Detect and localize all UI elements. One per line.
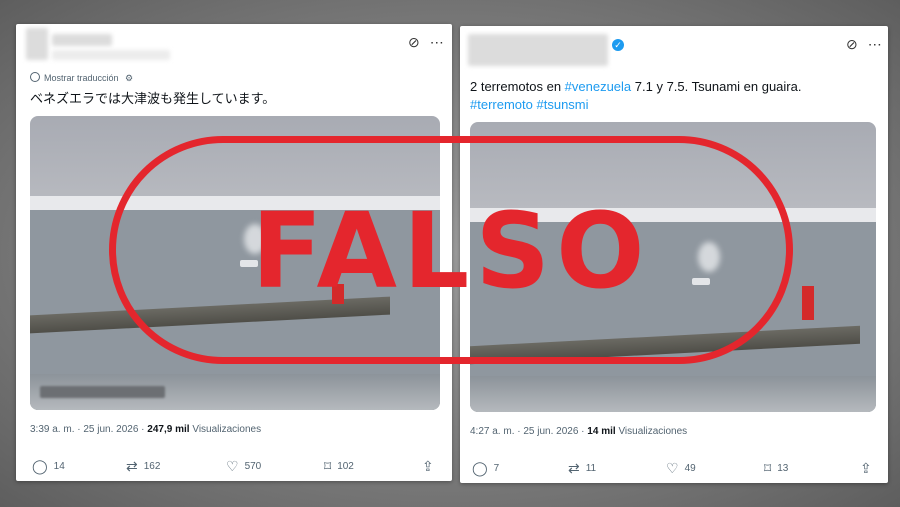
- repost-count: 162: [143, 461, 161, 472]
- grok-icon[interactable]: ⊘: [408, 34, 420, 51]
- text-part: 7.1 y 7.5. Tsunami en guaira.: [631, 79, 802, 94]
- bookmark-count: 13: [777, 463, 789, 474]
- hashtag-link[interactable]: #venezuela: [565, 79, 632, 94]
- bookmark-icon: ⌑: [324, 458, 332, 474]
- verified-icon: ✓: [612, 39, 624, 51]
- blurred-avatar: [26, 28, 48, 60]
- blurred-username: [52, 34, 112, 46]
- like-count: 49: [684, 463, 696, 474]
- share-button[interactable]: ⇪: [860, 460, 872, 477]
- settings-icon[interactable]: ⚙: [125, 73, 133, 83]
- repost-icon: ⇄: [126, 458, 138, 474]
- like-button[interactable]: ♡ 570: [226, 458, 261, 475]
- views-count: 14 mil: [587, 426, 616, 437]
- repost-count: 11: [585, 463, 597, 474]
- timestamp: 3:39 a. m. · 25 jun. 2026 ·: [30, 424, 148, 435]
- bookmark-icon: ⌑: [764, 460, 772, 476]
- text-part: 2 terremotos en: [470, 79, 565, 94]
- falso-stamp-label: FALSO: [251, 190, 651, 312]
- bookmark-button[interactable]: ⌑ 13: [764, 460, 788, 477]
- reply-count: 14: [53, 461, 65, 472]
- like-icon: ♡: [666, 460, 679, 476]
- translate-icon: [30, 72, 40, 82]
- more-icon[interactable]: ⋯: [430, 34, 444, 51]
- post-text: 2 terremotos en #venezuela 7.1 y 7.5. Ts…: [470, 78, 801, 114]
- more-icon[interactable]: ⋯: [868, 36, 882, 53]
- translate-link[interactable]: Mostrar traducción ⚙: [30, 72, 133, 84]
- post-text: ベネズエラでは大津波も発生しています。: [30, 91, 276, 106]
- share-icon: ⇪: [860, 460, 872, 476]
- like-count: 570: [244, 461, 262, 472]
- views-label: Visualizaciones: [192, 424, 262, 435]
- blurred-handle: [52, 50, 170, 60]
- reply-button[interactable]: ◯ 7: [472, 460, 499, 477]
- repost-button[interactable]: ⇄ 11: [568, 460, 596, 477]
- reply-icon: ◯: [32, 458, 48, 474]
- like-button[interactable]: ♡ 49: [666, 460, 696, 477]
- reply-count: 7: [493, 463, 500, 474]
- share-icon: ⇪: [422, 458, 434, 474]
- top-icons: ⊘ ⋯: [398, 34, 444, 51]
- grok-icon[interactable]: ⊘: [846, 36, 858, 53]
- top-icons: ⊘ ⋯: [836, 36, 882, 53]
- blurred-user-header: [468, 34, 608, 66]
- hashtag-link[interactable]: #tsunsmi: [537, 97, 589, 112]
- hashtag-link[interactable]: #terremoto: [470, 97, 533, 112]
- reply-button[interactable]: ◯ 14: [32, 458, 65, 475]
- bookmark-button[interactable]: ⌑ 102: [324, 458, 354, 475]
- share-button[interactable]: ⇪: [422, 458, 434, 475]
- views-label: Visualizaciones: [618, 426, 688, 437]
- post-meta: 3:39 a. m. · 25 jun. 2026 · 247,9 mil Vi…: [30, 424, 261, 435]
- translate-label: Mostrar traducción: [44, 73, 119, 83]
- repost-button[interactable]: ⇄ 162: [126, 458, 160, 475]
- like-icon: ♡: [226, 458, 239, 474]
- repost-icon: ⇄: [568, 460, 580, 476]
- post-meta: 4:27 a. m. · 25 jun. 2026 · 14 mil Visua…: [470, 426, 687, 437]
- views-count: 247,9 mil: [147, 424, 190, 435]
- bookmark-count: 102: [337, 461, 354, 472]
- timestamp: 4:27 a. m. · 25 jun. 2026 ·: [470, 426, 588, 437]
- reply-icon: ◯: [472, 460, 488, 476]
- video-progress-bar[interactable]: [40, 386, 165, 398]
